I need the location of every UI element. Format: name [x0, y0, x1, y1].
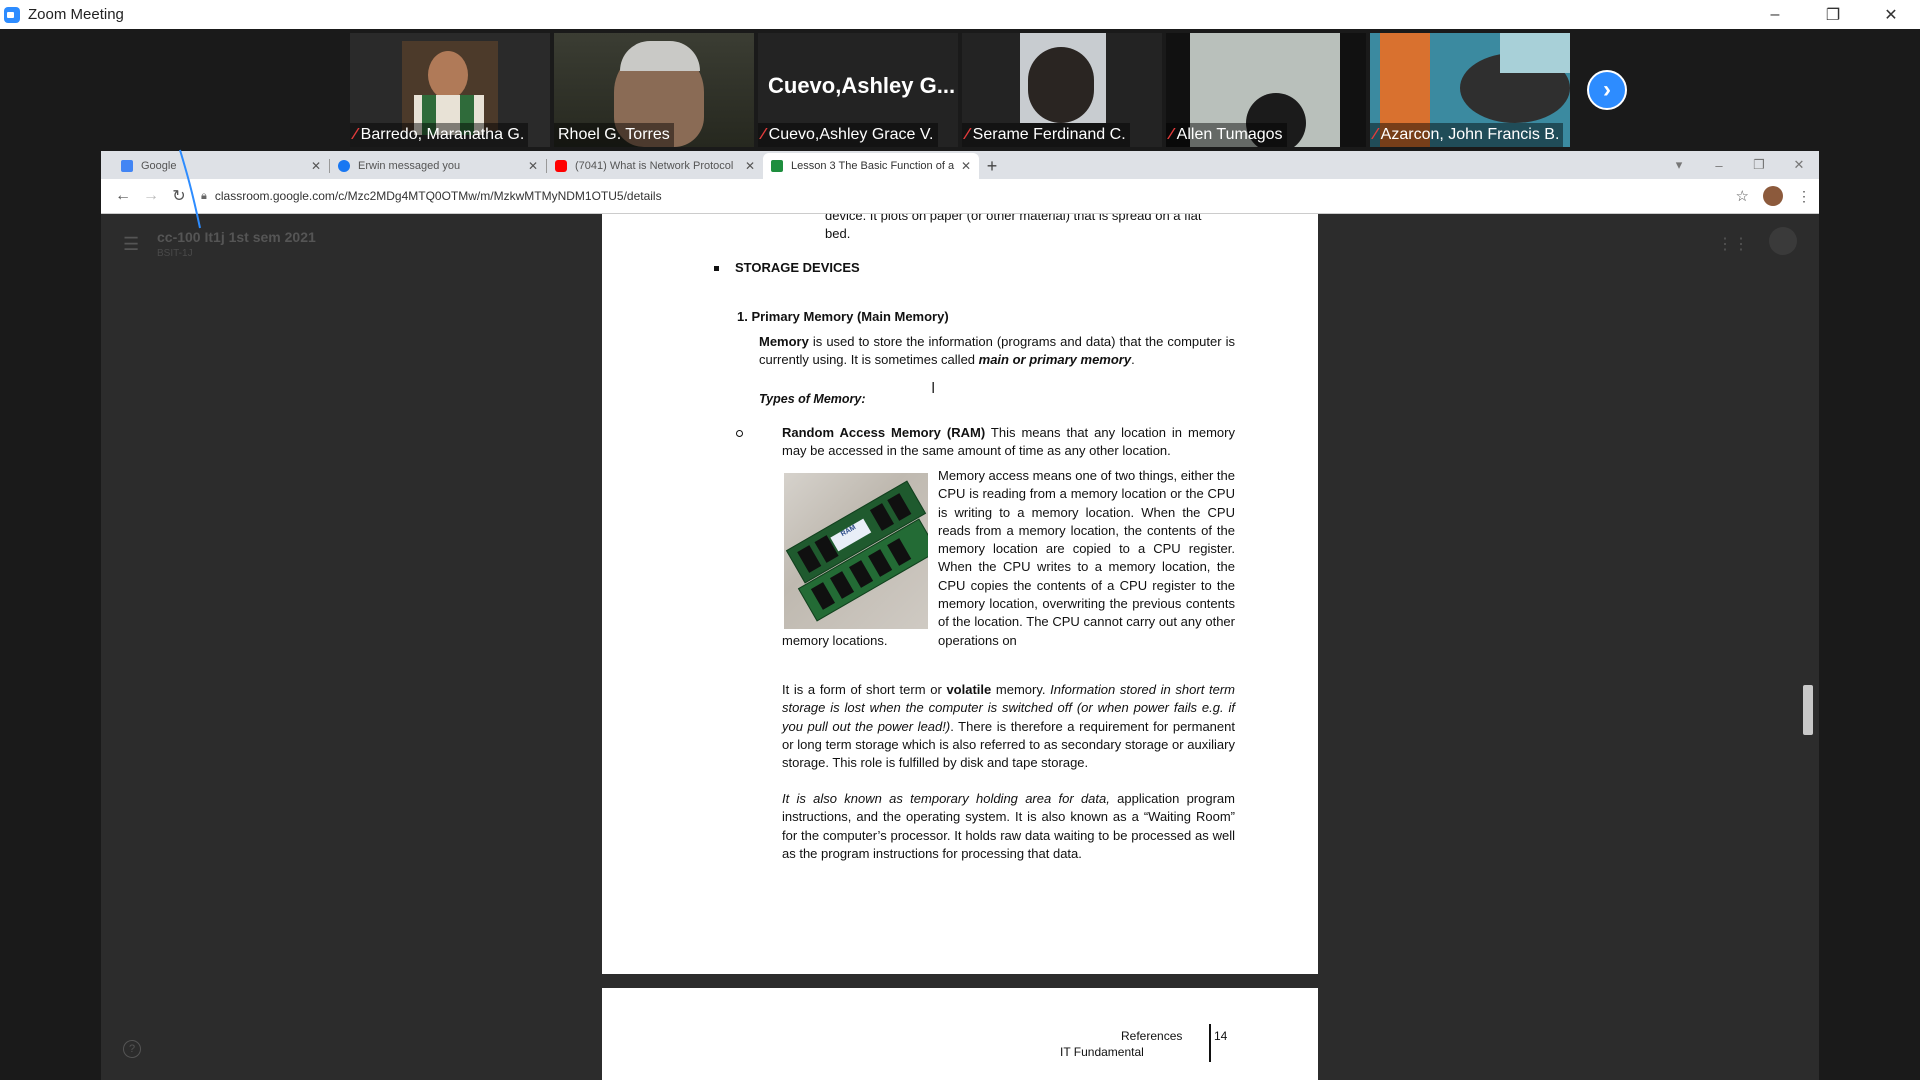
annotation-line: [179, 149, 201, 229]
